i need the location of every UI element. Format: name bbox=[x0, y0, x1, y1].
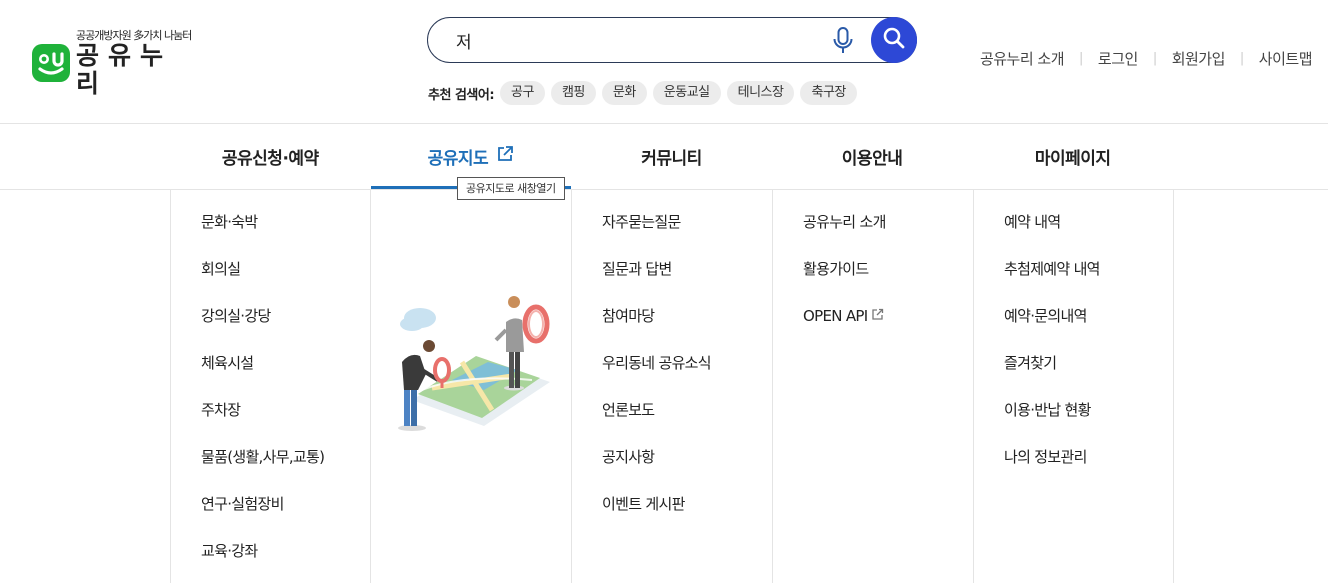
submenu-item[interactable]: 교육·강좌 bbox=[171, 539, 371, 583]
nav-label: 공유신청·예약 bbox=[221, 149, 319, 169]
nav-label: 마이페이지 bbox=[1034, 149, 1111, 169]
keyword-chip[interactable]: 테니스장 bbox=[726, 81, 795, 105]
submenu-item[interactable]: 연구·실험장비 bbox=[171, 492, 371, 539]
main-nav: 공유신청·예약 공유지도 커뮤니티 이용안내 마이페이지 bbox=[170, 124, 1173, 189]
submenu-item[interactable]: 공지사항 bbox=[572, 445, 772, 492]
keyword-chip[interactable]: 공구 bbox=[500, 81, 545, 105]
tooltip: 공유지도로 새창열기 bbox=[457, 177, 565, 200]
keyword-chip[interactable]: 문화 bbox=[601, 81, 647, 105]
nav-label: 이용안내 bbox=[841, 149, 903, 169]
about-link[interactable]: 공유누리 소개 bbox=[980, 48, 1065, 69]
divider: | bbox=[1079, 51, 1083, 66]
search-button[interactable] bbox=[871, 17, 917, 63]
signup-link[interactable]: 회원가입 bbox=[1172, 48, 1226, 69]
submenu-item[interactable]: 질문과 답변 bbox=[572, 257, 772, 304]
logo-subtitle: 공공개방자원 多가치 나눔터 bbox=[76, 28, 192, 42]
external-link-icon bbox=[871, 307, 884, 325]
nav-community[interactable]: 커뮤니티 bbox=[571, 124, 772, 189]
divider: | bbox=[1239, 51, 1244, 66]
recommended-label: 추천 검색어: bbox=[428, 87, 495, 103]
nav-mypage[interactable]: 마이페이지 bbox=[972, 124, 1173, 189]
nav-label: 커뮤니티 bbox=[641, 149, 702, 169]
submenu-item[interactable]: 이용·반납 현황 bbox=[974, 398, 1173, 445]
utility-links: 공유누리 소개 | 로그인 | 회원가입 | 사이트맵 bbox=[980, 48, 1313, 69]
submenu-item[interactable]: 공유누리 소개 bbox=[773, 210, 973, 257]
search-input[interactable] bbox=[456, 29, 816, 51]
submenu-community: 자주묻는질문 질문과 답변 참여마당 우리동네 공유소식 언론보도 공지사항 이… bbox=[571, 190, 772, 583]
submenu-item[interactable]: 나의 정보관리 bbox=[974, 445, 1173, 492]
logo-title: 공유누리 bbox=[76, 40, 173, 98]
login-link[interactable]: 로그인 bbox=[1098, 48, 1138, 69]
submenu-item[interactable]: 자주묻는질문 bbox=[572, 210, 772, 257]
site-logo[interactable]: 공공개방자원 多가치 나눔터 공유누리 bbox=[32, 29, 202, 97]
logo-mark-icon bbox=[32, 44, 70, 82]
submenu-item[interactable]: 활용가이드 bbox=[773, 257, 973, 304]
search-icon bbox=[882, 26, 906, 54]
keyword-chip[interactable]: 축구장 bbox=[800, 81, 857, 105]
submenu-item[interactable]: 강의실·강당 bbox=[171, 304, 371, 351]
submenu-item[interactable]: 체육시설 bbox=[171, 351, 371, 398]
external-link-icon bbox=[496, 145, 514, 168]
submenu-item[interactable]: 이벤트 게시판 bbox=[572, 492, 772, 539]
submenu-label: OPEN API bbox=[803, 307, 868, 325]
nav-guide[interactable]: 이용안내 bbox=[772, 124, 973, 189]
map-illustration bbox=[398, 296, 550, 431]
microphone-icon[interactable] bbox=[830, 26, 856, 56]
sitemap-link[interactable]: 사이트맵 bbox=[1259, 48, 1313, 69]
submenu-item[interactable]: 추첨제예약 내역 bbox=[974, 257, 1173, 304]
keyword-chip[interactable]: 운동교실 bbox=[652, 81, 721, 105]
nav-label: 공유지도 bbox=[427, 149, 489, 169]
submenu-guide: 공유누리 소개 활용가이드 OPEN API bbox=[772, 190, 973, 583]
submenu-reservation: 문화·숙박 회의실 강의실·강당 체육시설 주차장 물품(생활,사무,교통) 연… bbox=[170, 190, 371, 583]
submenu-item[interactable]: 회의실 bbox=[171, 257, 371, 304]
submenu-item[interactable]: 물품(생활,사무,교통) bbox=[171, 445, 371, 492]
submenu-item[interactable]: 주차장 bbox=[171, 398, 371, 445]
submenu-mypage: 예약 내역 추첨제예약 내역 예약·문의내역 즐겨찾기 이용·반납 현황 나의 … bbox=[973, 190, 1174, 583]
submenu-item[interactable]: 예약·문의내역 bbox=[974, 304, 1173, 351]
submenu-item[interactable]: 언론보도 bbox=[572, 398, 772, 445]
nav-reservation[interactable]: 공유신청·예약 bbox=[170, 124, 371, 189]
divider: | bbox=[1152, 51, 1157, 66]
submenu-item[interactable]: 참여마당 bbox=[572, 304, 772, 351]
keyword-chip[interactable]: 캠핑 bbox=[550, 81, 596, 105]
submenu-item-open-api[interactable]: OPEN API bbox=[773, 304, 973, 351]
submenu-item[interactable]: 즐겨찾기 bbox=[974, 351, 1173, 398]
submenu-item[interactable]: 예약 내역 bbox=[974, 210, 1173, 257]
submenu-item[interactable]: 우리동네 공유소식 bbox=[572, 351, 772, 398]
recommended-keywords: 추천 검색어: 공구 캠핑 문화 운동교실 테니스장 축구장 bbox=[428, 81, 863, 105]
submenu-item[interactable]: 문화·숙박 bbox=[171, 210, 371, 257]
search-bar bbox=[427, 17, 917, 63]
